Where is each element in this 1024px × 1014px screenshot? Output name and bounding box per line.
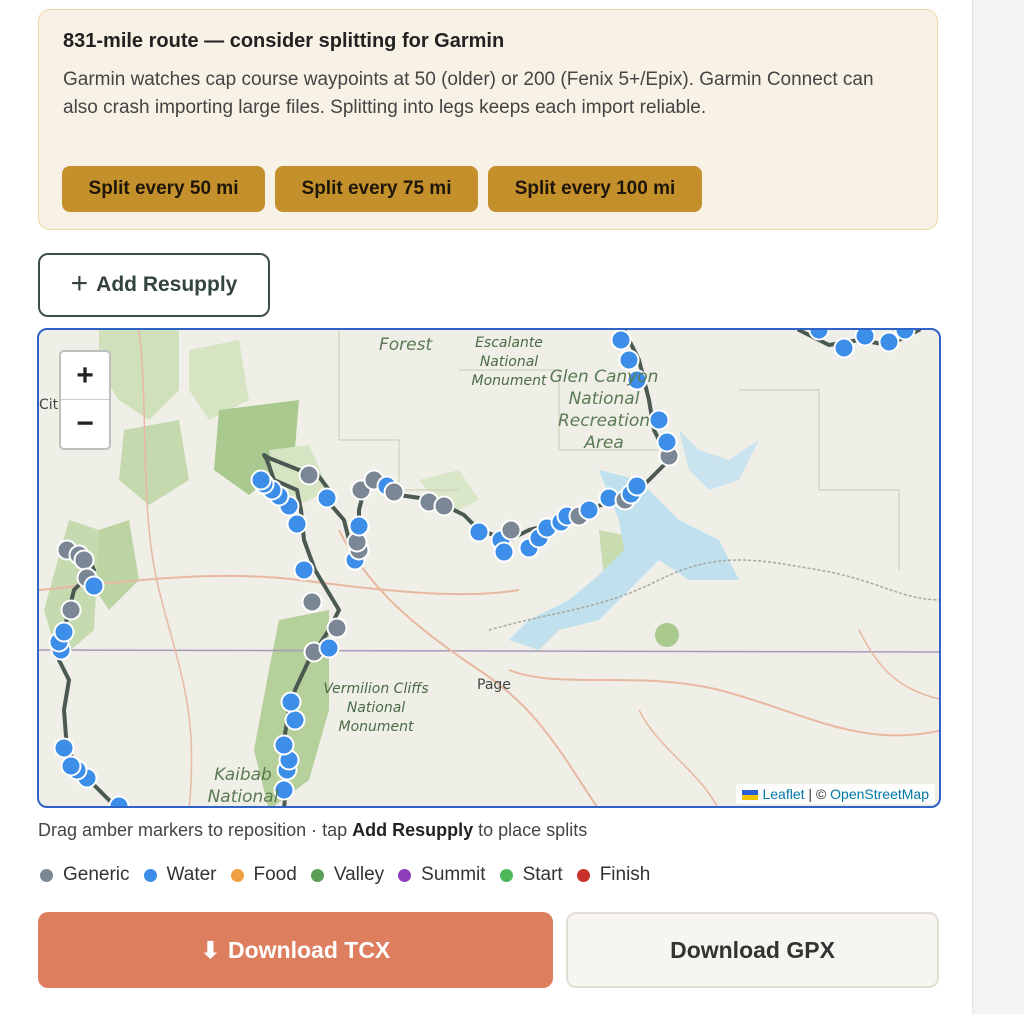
legend-dot bbox=[398, 868, 412, 882]
map-label-page: Page bbox=[477, 677, 511, 693]
water-marker[interactable] bbox=[468, 521, 490, 543]
caption-prefix: Drag amber markers to reposition · tap bbox=[38, 820, 353, 840]
water-marker[interactable] bbox=[808, 330, 830, 341]
legend-dot bbox=[40, 868, 53, 882]
water-marker[interactable] bbox=[318, 637, 340, 659]
water-marker[interactable] bbox=[578, 499, 600, 521]
legend-label: Water bbox=[166, 864, 217, 885]
water-marker[interactable] bbox=[316, 487, 338, 509]
split-50-button[interactable]: Split every 50 mi bbox=[62, 166, 265, 212]
download-tcx-label: Download TCX bbox=[228, 936, 391, 963]
legend-label: Summit bbox=[421, 864, 486, 885]
water-marker[interactable] bbox=[348, 515, 370, 537]
download-arrow-icon: ⬇ bbox=[200, 936, 220, 963]
add-resupply-label: Add Resupply bbox=[96, 273, 238, 296]
ukraine-flag-icon bbox=[742, 790, 759, 801]
map-caption: Drag amber markers to reposition · tap A… bbox=[38, 820, 587, 841]
legend-food: Food bbox=[230, 864, 297, 886]
water-marker[interactable] bbox=[656, 431, 678, 453]
legend-dot bbox=[576, 868, 590, 882]
plus-icon: + bbox=[70, 266, 89, 300]
split-75-button[interactable]: Split every 75 mi bbox=[275, 166, 478, 212]
water-marker[interactable] bbox=[293, 559, 315, 581]
marker-legend: Generic Water Food Valley Summit Start F… bbox=[40, 864, 664, 886]
legend-dot bbox=[143, 868, 157, 882]
leaflet-link[interactable]: Leaflet bbox=[762, 786, 804, 802]
generic-marker[interactable] bbox=[60, 599, 82, 621]
generic-marker[interactable] bbox=[326, 617, 348, 639]
download-tcx-button[interactable]: ⬇ Download TCX bbox=[38, 912, 553, 988]
openstreetmap-link[interactable]: OpenStreetMap bbox=[830, 786, 929, 802]
legend-dot bbox=[499, 868, 513, 882]
split-100-button[interactable]: Split every 100 mi bbox=[488, 166, 702, 212]
zoom-control: + − bbox=[59, 350, 111, 450]
water-marker[interactable] bbox=[60, 755, 82, 777]
water-marker[interactable] bbox=[284, 709, 306, 731]
legend-valley: Valley bbox=[310, 864, 385, 886]
legend-label: Food bbox=[253, 864, 297, 885]
caption-suffix: to place splits bbox=[473, 820, 588, 840]
split-warning-card: 831-mile route — consider splitting for … bbox=[38, 9, 938, 230]
generic-marker[interactable] bbox=[73, 549, 95, 571]
water-marker[interactable] bbox=[610, 330, 632, 351]
legend-dot bbox=[230, 868, 244, 882]
water-marker[interactable] bbox=[250, 469, 272, 491]
generic-marker[interactable] bbox=[298, 464, 320, 486]
water-marker[interactable] bbox=[854, 330, 876, 347]
legend-label: Finish bbox=[599, 864, 651, 885]
legend-start: Start bbox=[499, 864, 563, 886]
map-label-kaibab: Kaibab National bbox=[207, 765, 279, 807]
legend-label: Valley bbox=[333, 864, 385, 885]
water-marker[interactable] bbox=[286, 513, 308, 535]
map-tiles bbox=[39, 330, 939, 809]
add-resupply-button[interactable]: + Add Resupply bbox=[38, 253, 270, 317]
map-label-cit: Cit bbox=[39, 397, 59, 413]
water-marker[interactable] bbox=[894, 330, 916, 341]
water-marker[interactable] bbox=[878, 331, 900, 353]
water-marker[interactable] bbox=[108, 795, 130, 809]
warning-body: Garmin watches cap course waypoints at 5… bbox=[63, 69, 874, 118]
legend-water: Water bbox=[143, 864, 217, 886]
legend-label: Start bbox=[522, 864, 563, 885]
map-label-escalante: Escalante National Monument bbox=[471, 335, 547, 389]
generic-marker[interactable] bbox=[500, 519, 522, 541]
warning-title: 831-mile route — consider splitting for … bbox=[63, 30, 505, 52]
right-gutter bbox=[972, 0, 1024, 1014]
water-marker[interactable] bbox=[280, 691, 302, 713]
water-marker[interactable] bbox=[493, 541, 515, 563]
map-label-forest: Forest bbox=[379, 335, 433, 355]
water-marker[interactable] bbox=[83, 575, 105, 597]
map-label-glen-canyon: Glen Canyon National Recreation Area bbox=[549, 367, 659, 453]
legend-summit: Summit bbox=[398, 864, 486, 886]
legend-dot bbox=[310, 868, 324, 882]
water-marker[interactable] bbox=[273, 734, 295, 756]
download-gpx-button[interactable]: Download GPX bbox=[566, 912, 939, 988]
zoom-in-button[interactable]: + bbox=[61, 352, 109, 400]
water-marker[interactable] bbox=[833, 337, 855, 359]
water-marker[interactable] bbox=[626, 475, 648, 497]
caption-bold: Add Resupply bbox=[352, 820, 474, 840]
map-attribution: Leaflet | © OpenStreetMap bbox=[736, 784, 935, 804]
water-marker[interactable] bbox=[53, 621, 75, 643]
generic-marker[interactable] bbox=[383, 481, 405, 503]
route-map[interactable]: Forest Escalante National Monument Glen … bbox=[37, 328, 941, 808]
legend-finish: Finish bbox=[576, 864, 651, 886]
map-label-vermilion: Vermilion Cliffs National Monument bbox=[323, 681, 429, 735]
route-markers bbox=[48, 330, 916, 809]
generic-marker[interactable] bbox=[433, 495, 455, 517]
generic-marker[interactable] bbox=[301, 591, 323, 613]
water-marker[interactable] bbox=[53, 737, 75, 759]
legend-generic: Generic bbox=[40, 864, 130, 886]
zoom-out-button[interactable]: − bbox=[61, 400, 109, 447]
attribution-separator: | © bbox=[804, 786, 831, 802]
legend-label: Generic bbox=[63, 864, 130, 885]
